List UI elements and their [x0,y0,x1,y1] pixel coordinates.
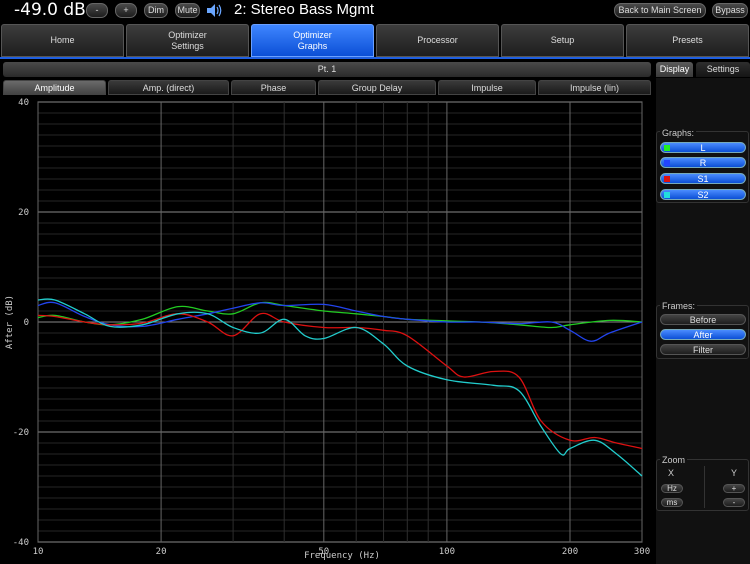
tab-optimizer-settings[interactable]: Optimizer Settings [126,24,249,57]
point-selector[interactable]: Pt. 1 [3,62,651,77]
frame-filter-button[interactable]: Filter [660,344,746,355]
x-tick-label: 100 [439,547,455,557]
tab-setup[interactable]: Setup [501,24,624,57]
frame-before-button[interactable]: Before [660,314,746,325]
volume-up-button[interactable]: + [115,3,137,18]
graph-label-l: L [700,143,706,153]
chart-background [0,96,652,564]
zoom-divider [704,466,705,508]
zoom-y-label: Y [731,468,738,478]
tab-amp-direct[interactable]: Amp. (direct) [108,80,229,95]
mute-button[interactable]: Mute [175,3,200,18]
chart-svg[interactable]: 40200-20-4010 20 50 100 200 300 Frequency (Hz… [0,96,652,564]
tab-optimizer-graphs[interactable]: Optimizer Graphs [251,24,374,57]
y-tick-label: -20 [13,428,29,438]
zoom-x-ms-button[interactable]: ms [661,498,683,507]
y-axis-label: After (dB) [5,295,15,349]
tab-group-delay[interactable]: Group Delay [318,80,436,95]
tab-processor[interactable]: Processor [376,24,499,57]
tab-amplitude[interactable]: Amplitude [3,80,106,95]
zoom-y-out-button[interactable]: - [723,498,745,507]
color-swatch-icon [664,160,670,166]
y-tick-label: 20 [18,208,29,218]
top-bar: -49.0 dB - + Dim Mute 2: Stereo Bass Mgm… [0,0,750,22]
back-to-main-button[interactable]: Back to Main Screen [614,3,706,18]
tab-phase[interactable]: Phase [231,80,316,95]
zoom-y-in-button[interactable]: + [723,484,745,493]
x-tick-label: 20 [156,547,167,557]
graph-label-s2: S2 [697,190,709,200]
zoom-x-hz-button[interactable]: Hz [661,484,683,493]
y-tick-label: 40 [18,98,29,108]
tab-impulse-lin[interactable]: Impulse (lin) [538,80,651,95]
graph-toggle-s2[interactable]: S2 [660,189,746,200]
tab-settings-panel[interactable]: Settings [696,62,750,77]
color-swatch-icon [664,145,670,151]
volume-down-button[interactable]: - [86,3,108,18]
y-tick-label: 0 [24,318,29,328]
x-tick-label: 10 [33,547,44,557]
graph-label-s1: S1 [697,174,709,184]
y-tick-label: -40 [13,538,29,548]
right-panel-tabs: Display Settings [656,62,750,77]
graph-toggle-l[interactable]: L [660,142,746,153]
graphs-label: Graphs: [660,128,697,138]
x-axis-label: Frequency (Hz) [304,551,380,561]
main-tabs: Home Optimizer Settings Optimizer Graphs… [0,24,750,57]
zoom-x-label: X [668,468,675,478]
preset-title: 2: Stereo Bass Mgmt [234,1,375,18]
tab-presets[interactable]: Presets [626,24,749,57]
tab-underline [0,57,750,59]
frames-label: Frames: [660,301,698,311]
x-tick-label: 200 [562,547,578,557]
speaker-icon[interactable] [206,3,224,18]
graph-type-tabs: Amplitude Amp. (direct) Phase Group Dela… [3,80,651,95]
color-swatch-icon [664,192,670,198]
graph-toggle-r[interactable]: R [660,157,746,168]
graph-label-r: R [699,158,707,168]
color-swatch-icon [664,176,670,182]
frame-after-button[interactable]: After [660,329,746,340]
tab-home[interactable]: Home [1,24,124,57]
graph-toggle-s1[interactable]: S1 [660,173,746,184]
bypass-button[interactable]: Bypass [712,3,748,18]
tab-display[interactable]: Display [656,62,693,77]
zoom-label: Zoom [660,455,688,465]
amplitude-chart[interactable]: 40 20 0 -20 -40 10 20 50 100 200 300 Frequency (Hz… [0,96,652,564]
x-tick-label: 300 [634,547,650,557]
volume-readout: -49.0 dB [14,0,86,20]
tab-impulse[interactable]: Impulse [438,80,536,95]
dim-button[interactable]: Dim [144,3,168,18]
